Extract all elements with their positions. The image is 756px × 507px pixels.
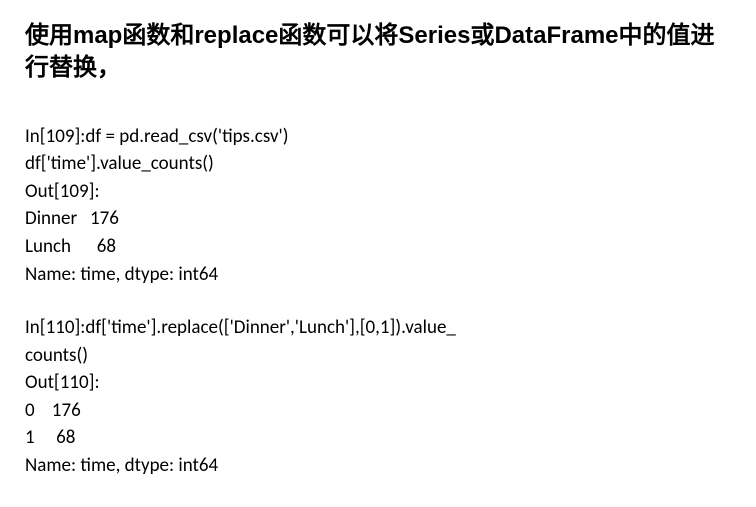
code-line: counts() [25, 342, 731, 370]
code-line: Out[109]: [25, 178, 731, 206]
code-line: In[109]:df = pd.read_csv('tips.csv') [25, 123, 731, 151]
code-block-2: In[110]:df['time'].replace(['Dinner','Lu… [25, 314, 731, 479]
code-line: Name: time, dtype: int64 [25, 261, 731, 289]
spacer [25, 288, 731, 314]
code-line: 0 176 [25, 397, 731, 425]
code-line: df['time'].value_counts() [25, 150, 731, 178]
page-heading: 使用map函数和replace函数可以将Series或DataFrame中的值进… [25, 20, 731, 85]
code-line: Out[110]: [25, 369, 731, 397]
code-line: Name: time, dtype: int64 [25, 452, 731, 480]
code-line: 1 68 [25, 424, 731, 452]
code-line: Lunch 68 [25, 233, 731, 261]
code-line: In[110]:df['time'].replace(['Dinner','Lu… [25, 314, 731, 342]
code-block-1: In[109]:df = pd.read_csv('tips.csv') df[… [25, 123, 731, 288]
code-line: Dinner 176 [25, 205, 731, 233]
